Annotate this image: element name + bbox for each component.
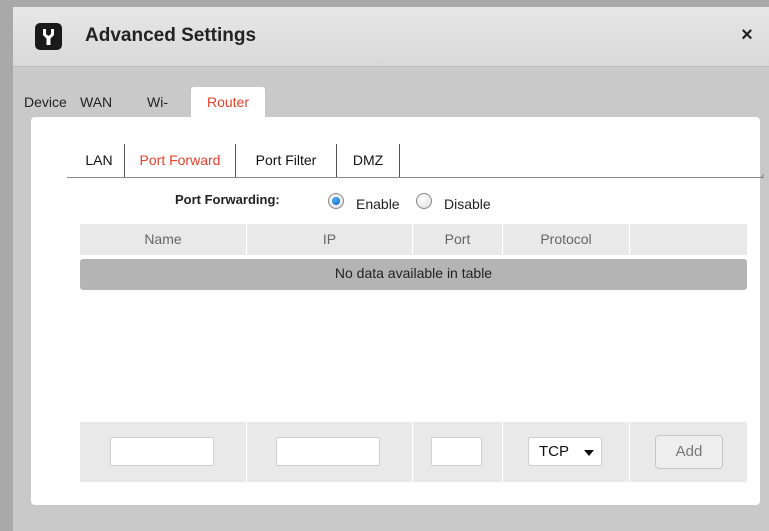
- add-rule-row: TCP Add: [80, 422, 747, 482]
- protocol-select-value: TCP: [539, 443, 569, 460]
- ip-input[interactable]: [276, 437, 380, 466]
- wrench-icon: [35, 23, 62, 50]
- dialog-titlebar: Advanced Settings ×: [13, 7, 769, 67]
- router-panel: LAN Port Forward Port Filter DMZ Port Fo…: [31, 117, 764, 505]
- enable-radio-label[interactable]: Enable: [356, 196, 400, 212]
- subtab-port-filter[interactable]: Port Filter: [236, 144, 336, 177]
- disable-radio-label[interactable]: Disable: [444, 196, 491, 212]
- subtab-dmz[interactable]: DMZ: [337, 144, 399, 177]
- protocol-select[interactable]: TCP: [528, 437, 602, 466]
- tab-wan[interactable]: WAN: [80, 87, 112, 119]
- disable-radio[interactable]: [416, 193, 432, 209]
- subtab-lan[interactable]: LAN: [74, 144, 124, 177]
- advanced-settings-dialog: Advanced Settings × Device WAN Wi-Fi Rou…: [13, 7, 769, 531]
- column-divider: [629, 422, 630, 482]
- table-header: Name IP Port Protocol: [80, 224, 747, 255]
- port-input[interactable]: [431, 437, 482, 466]
- name-input[interactable]: [110, 437, 214, 466]
- close-button[interactable]: ×: [737, 25, 757, 45]
- column-divider: [412, 422, 413, 482]
- subtab-baseline: [67, 177, 764, 178]
- table-empty-message: No data available in table: [80, 259, 747, 290]
- sub-tab-bar: LAN Port Forward Port Filter DMZ: [67, 144, 764, 178]
- column-divider: [502, 422, 503, 482]
- add-button[interactable]: Add: [655, 435, 723, 469]
- tab-device[interactable]: Device: [24, 87, 67, 119]
- enable-radio[interactable]: [328, 193, 344, 209]
- column-header-port[interactable]: Port: [413, 224, 502, 255]
- tab-router[interactable]: Router: [191, 87, 265, 119]
- column-header-action: [630, 224, 747, 255]
- column-divider: [246, 422, 247, 482]
- tab-wifi[interactable]: Wi-Fi: [147, 87, 168, 140]
- subtab-port-forward[interactable]: Port Forward: [125, 144, 235, 177]
- caret-down-icon: [584, 450, 594, 456]
- subtab-divider: [399, 144, 400, 178]
- column-header-ip[interactable]: IP: [247, 224, 412, 255]
- column-header-name[interactable]: Name: [80, 224, 246, 255]
- dialog-title: Advanced Settings: [85, 25, 257, 46]
- port-forwarding-label: Port Forwarding:: [175, 192, 280, 207]
- column-header-protocol[interactable]: Protocol: [503, 224, 629, 255]
